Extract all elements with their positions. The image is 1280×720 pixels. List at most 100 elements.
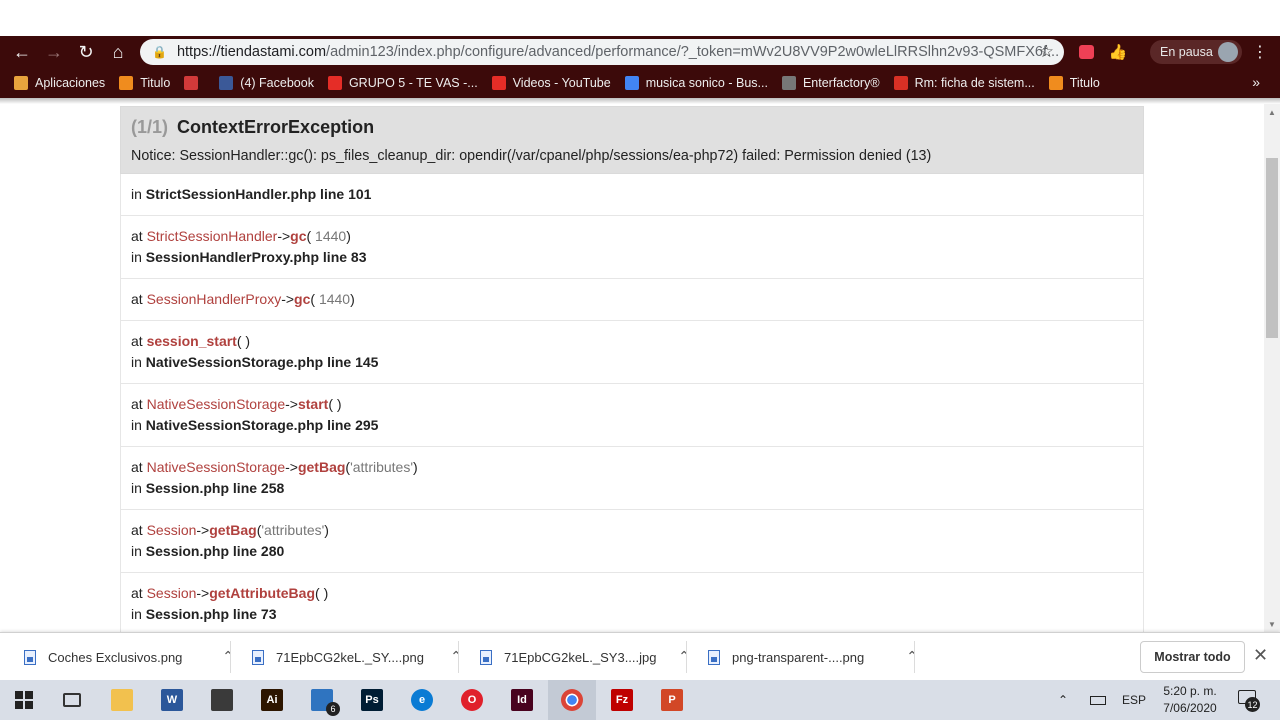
trace-frame: at NativeSessionStorage->start( ) in Nati… xyxy=(120,384,1144,447)
downloads-bar: Mostrar todo ✕ Coches Exclusivos.png ⌃ 71E… xyxy=(0,632,1280,680)
file-explorer-icon[interactable] xyxy=(98,680,146,720)
file-icon xyxy=(480,649,492,665)
trace-in: in xyxy=(131,249,142,265)
address-bar[interactable]: 🔒 https://tiendastami.com /admin123/inde… xyxy=(140,39,1064,65)
bookmark-label: Rm: ficha de sistem... xyxy=(914,76,1035,90)
photoshop-icon[interactable]: Ps xyxy=(348,680,396,720)
download-filename: png-transparent-....png xyxy=(732,649,865,665)
trace-frame: at Session->getBag('attributes') in Sessi… xyxy=(120,510,1144,573)
xampp-icon xyxy=(119,76,134,90)
bookmark-item[interactable] xyxy=(184,76,205,90)
bookmark-item[interactable]: GRUPO 5 - TE VAS -... xyxy=(327,76,478,90)
mail-badge: 6 xyxy=(326,702,340,716)
trace-class: SessionHandlerProxy xyxy=(146,291,282,307)
file-icon xyxy=(24,649,36,665)
trace-call: at Session->getAttributeBag( ) xyxy=(131,583,1133,604)
bookmark-item[interactable]: Videos - YouTube xyxy=(491,76,611,90)
file-icon xyxy=(252,649,264,665)
trace-at: at xyxy=(131,522,143,538)
indesign-icon[interactable]: Id xyxy=(498,680,546,720)
url-path: /admin123/index.php/configure/advanced/p… xyxy=(326,44,1060,60)
trace-args: 'attributes' xyxy=(261,522,325,538)
more-bookmarks-icon[interactable]: » xyxy=(1252,74,1260,90)
bookmark-item[interactable]: Titulo xyxy=(1048,76,1100,90)
filezilla-icon[interactable]: Fz xyxy=(598,680,646,720)
page-scrollbar[interactable]: ▲ ▼ xyxy=(1264,104,1280,632)
menu-kebab-icon[interactable]: ⋮ xyxy=(1250,36,1270,68)
exception-message: Notice: SessionHandler::gc(): ps_files_c… xyxy=(131,148,932,164)
windows-start-icon[interactable] xyxy=(0,680,48,720)
close-downloads-icon[interactable]: ✕ xyxy=(1253,645,1268,666)
bookmark-item[interactable]: Titulo xyxy=(119,76,170,90)
scroll-up-icon[interactable]: ▲ xyxy=(1264,104,1280,120)
download-item[interactable]: 71EpbCG2keL._SY....png ⌃ xyxy=(252,633,462,681)
tray-overflow-icon[interactable]: ⌃ xyxy=(1058,680,1068,720)
chrome-icon[interactable] xyxy=(548,680,596,720)
toolbar-shadow xyxy=(0,98,1280,104)
exception-header: (1/1) ContextErrorException Notice: Sess… xyxy=(120,106,1144,174)
trace-location: in NativeSessionStorage.php line 295 xyxy=(131,415,1133,436)
bookmark-item[interactable]: Aplicaciones xyxy=(14,76,105,90)
trace-args: 1440 xyxy=(315,291,351,307)
taskbar-clock[interactable]: 5:20 p. m. 7/06/2020 xyxy=(1150,683,1230,717)
trace-paren-open: ( xyxy=(236,333,242,349)
exception-count: (1/1) xyxy=(131,117,169,137)
edge-icon[interactable]: e xyxy=(398,680,446,720)
trace-function: session_start xyxy=(146,333,237,349)
pocket-extension-icon[interactable] xyxy=(1076,36,1096,68)
trace-paren-open: ( xyxy=(315,585,320,601)
trace-paren-close: ) xyxy=(413,459,418,475)
thumbs-up-extension-icon[interactable]: 👍 xyxy=(1106,36,1130,68)
download-separator xyxy=(914,641,915,673)
bookmark-label: Videos - YouTube xyxy=(512,76,611,90)
trace-arrow: -> xyxy=(196,585,210,601)
scrollbar-thumb[interactable] xyxy=(1266,158,1278,338)
download-item[interactable]: 71EpbCG2keL._SY3....jpg ⌃ xyxy=(480,633,690,681)
trace-paren-close: ) xyxy=(324,522,329,538)
bookmark-item[interactable]: musica sonico - Bus... xyxy=(624,76,768,90)
illustrator-icon[interactable]: Ai xyxy=(248,680,296,720)
trace-location: in NativeSessionStorage.php line 145 xyxy=(131,352,1133,373)
reload-icon[interactable]: ↻ xyxy=(70,36,102,68)
powerpoint-icon[interactable]: P xyxy=(648,680,696,720)
bookmark-item[interactable]: (4) Facebook xyxy=(219,76,314,90)
trace-file: StrictSessionHandler.php line 101 xyxy=(145,186,372,202)
battery-icon[interactable] xyxy=(1090,680,1106,720)
chevron-up-icon[interactable]: ⌃ xyxy=(222,648,234,665)
trace-at: at xyxy=(131,396,143,412)
download-filename: 71EpbCG2keL._SY....png xyxy=(276,649,424,665)
language-indicator[interactable]: ESP xyxy=(1122,680,1146,720)
trace-in: in xyxy=(131,186,142,202)
trace-function: getBag xyxy=(297,459,346,475)
bookmark-item[interactable]: Enterfactory® xyxy=(781,76,880,90)
trace-location: in Session.php line 258 xyxy=(131,478,1133,499)
trace-frame: at session_start( ) in NativeSessionStora… xyxy=(120,321,1144,384)
powerpoint-icon-glyph: P xyxy=(661,689,683,711)
home-icon[interactable]: ⌂ xyxy=(102,36,134,68)
download-filename: Coches Exclusivos.png xyxy=(48,649,183,665)
task-view-icon[interactable] xyxy=(48,680,96,720)
show-all-downloads-button[interactable]: Mostrar todo xyxy=(1140,641,1245,673)
tv-icon xyxy=(184,76,199,90)
download-item[interactable]: png-transparent-....png ⌃ xyxy=(708,633,918,681)
back-icon[interactable]: ← xyxy=(6,36,38,68)
trace-class: StrictSessionHandler xyxy=(146,228,278,244)
forward-icon[interactable]: → xyxy=(38,36,70,68)
chevron-up-icon[interactable]: ⌃ xyxy=(450,648,462,665)
bookmark-star-icon[interactable]: ☆ xyxy=(1039,42,1054,62)
bookmark-label: musica sonico - Bus... xyxy=(645,76,768,90)
clock-date: 7/06/2020 xyxy=(1163,701,1217,715)
scroll-down-icon[interactable]: ▼ xyxy=(1264,616,1280,632)
profile-button[interactable]: En pausa xyxy=(1150,40,1242,64)
chevron-up-icon[interactable]: ⌃ xyxy=(906,648,918,665)
opera-icon[interactable]: O xyxy=(448,680,496,720)
action-center-icon[interactable]: 12 xyxy=(1234,688,1260,712)
bookmark-item[interactable]: Rm: ficha de sistem... xyxy=(893,76,1035,90)
task-view-icon-glyph xyxy=(63,693,81,707)
store-icon[interactable] xyxy=(198,680,246,720)
trace-arrow: -> xyxy=(277,228,291,244)
download-item[interactable]: Coches Exclusivos.png ⌃ xyxy=(24,633,234,681)
mail-icon[interactable]: 6 xyxy=(298,680,346,720)
word-icon[interactable]: W xyxy=(148,680,196,720)
chevron-up-icon[interactable]: ⌃ xyxy=(678,648,690,665)
